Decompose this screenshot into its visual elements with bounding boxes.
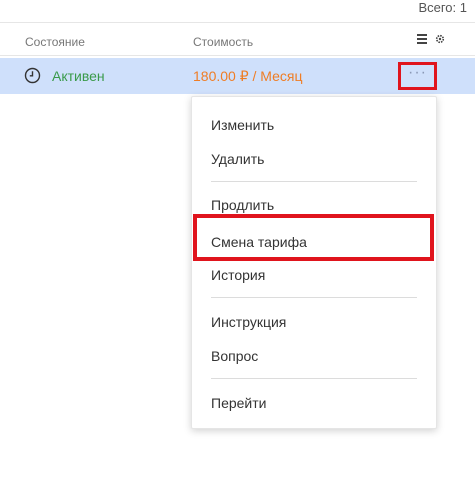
- context-menu: Изменить Удалить Продлить Смена тарифа И…: [191, 96, 437, 429]
- header-cost: Стоимость: [193, 35, 254, 49]
- clock-icon: [24, 67, 41, 84]
- status-label: Активен: [52, 68, 105, 84]
- menu-item-delete[interactable]: Удалить: [211, 151, 264, 167]
- table-header: Состояние Стоимость: [0, 32, 475, 52]
- menu-item-edit[interactable]: Изменить: [211, 117, 274, 133]
- menu-item-change-tariff[interactable]: Смена тарифа: [211, 234, 307, 250]
- menu-separator: [211, 181, 417, 182]
- menu-item-history[interactable]: История: [211, 267, 265, 283]
- menu-separator: [211, 297, 417, 298]
- more-dots-icon: ···: [408, 64, 427, 81]
- gear-icon[interactable]: [435, 34, 445, 44]
- divider: [0, 22, 475, 23]
- total-count: Всего: 1: [418, 0, 467, 15]
- menu-item-go[interactable]: Перейти: [211, 395, 266, 411]
- header-state: Состояние: [25, 35, 85, 49]
- menu-item-question[interactable]: Вопрос: [211, 348, 258, 364]
- divider: [0, 55, 475, 56]
- menu-separator: [211, 378, 417, 379]
- header-tools: [417, 34, 445, 44]
- price-label: 180.00 ₽ / Месяц: [193, 68, 303, 84]
- menu-item-extend[interactable]: Продлить: [211, 197, 274, 213]
- menu-item-instruction[interactable]: Инструкция: [211, 314, 286, 330]
- more-actions-button[interactable]: ···: [398, 62, 437, 90]
- columns-icon[interactable]: [417, 34, 427, 44]
